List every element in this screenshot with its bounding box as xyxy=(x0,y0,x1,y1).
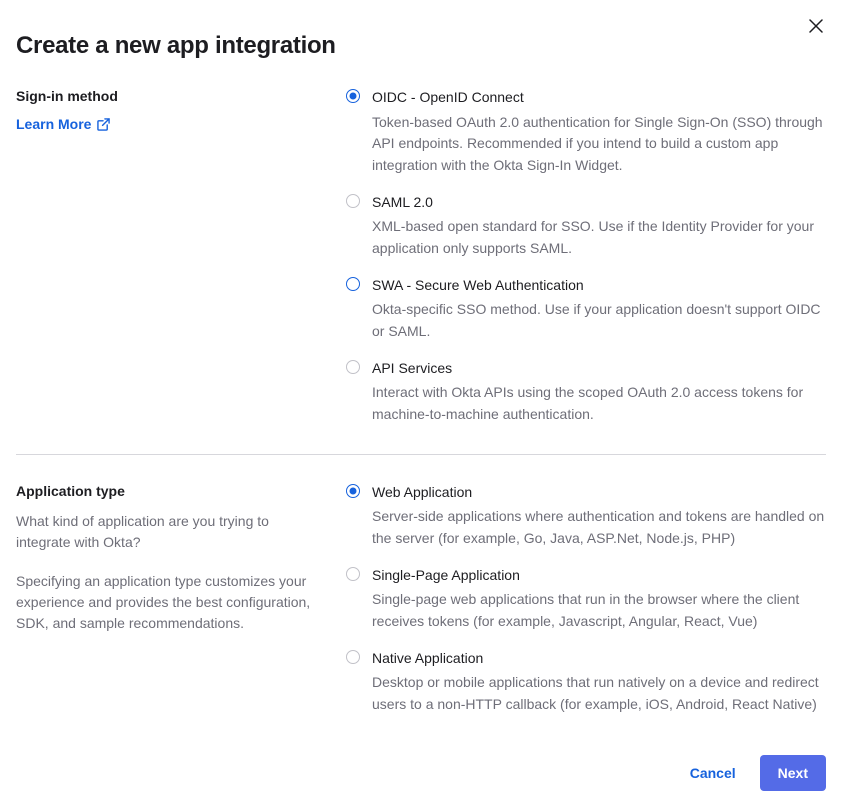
radio-spa[interactable] xyxy=(346,567,360,581)
option-body: OIDC - OpenID Connect Token-based OAuth … xyxy=(372,88,826,177)
learn-more-text: Learn More xyxy=(16,116,91,132)
option-native-application[interactable]: Native Application Desktop or mobile app… xyxy=(346,649,826,716)
next-button[interactable]: Next xyxy=(760,755,826,791)
radio-wrap xyxy=(346,649,360,716)
radio-web[interactable] xyxy=(346,484,360,498)
option-body: API Services Interact with Okta APIs usi… xyxy=(372,359,826,426)
option-web-desc: Server-side applications where authentic… xyxy=(372,506,826,549)
close-icon xyxy=(809,19,823,33)
option-oidc[interactable]: OIDC - OpenID Connect Token-based OAuth … xyxy=(346,88,826,177)
option-body: SAML 2.0 XML-based open standard for SSO… xyxy=(372,193,826,260)
option-saml-desc: XML-based open standard for SSO. Use if … xyxy=(372,216,826,259)
modal-footer: Cancel Next xyxy=(16,743,826,795)
radio-oidc[interactable] xyxy=(346,89,360,103)
option-swa[interactable]: SWA - Secure Web Authentication Okta-spe… xyxy=(346,276,826,343)
close-button[interactable] xyxy=(804,14,828,38)
option-oidc-title: OIDC - OpenID Connect xyxy=(372,88,826,108)
option-body: Web Application Server-side applications… xyxy=(372,483,826,550)
application-type-label: Application type xyxy=(16,483,322,499)
learn-more-link[interactable]: Learn More xyxy=(16,116,110,132)
option-body: Single-Page Application Single-page web … xyxy=(372,566,826,633)
signin-method-section: Sign-in method Learn More OIDC - OpenID … xyxy=(16,88,826,454)
radio-wrap xyxy=(346,566,360,633)
option-oidc-desc: Token-based OAuth 2.0 authentication for… xyxy=(372,112,826,177)
application-type-section: Application type What kind of applicatio… xyxy=(16,483,826,744)
radio-wrap xyxy=(346,359,360,426)
option-native-desc: Desktop or mobile applications that run … xyxy=(372,672,826,715)
radio-wrap xyxy=(346,193,360,260)
signin-method-label: Sign-in method xyxy=(16,88,322,104)
application-type-options: Web Application Server-side applications… xyxy=(346,483,826,716)
signin-method-options: OIDC - OpenID Connect Token-based OAuth … xyxy=(346,88,826,426)
option-spa-title: Single-Page Application xyxy=(372,566,826,586)
radio-native[interactable] xyxy=(346,650,360,664)
radio-wrap xyxy=(346,88,360,177)
option-swa-title: SWA - Secure Web Authentication xyxy=(372,276,826,296)
option-web-title: Web Application xyxy=(372,483,826,503)
external-link-icon xyxy=(97,118,110,131)
option-api-desc: Interact with Okta APIs using the scoped… xyxy=(372,382,826,425)
option-body: Native Application Desktop or mobile app… xyxy=(372,649,826,716)
signin-method-left: Sign-in method Learn More xyxy=(16,88,346,426)
radio-saml[interactable] xyxy=(346,194,360,208)
option-spa-desc: Single-page web applications that run in… xyxy=(372,589,826,632)
option-single-page-application[interactable]: Single-Page Application Single-page web … xyxy=(346,566,826,633)
radio-wrap xyxy=(346,276,360,343)
cancel-button[interactable]: Cancel xyxy=(684,755,742,791)
option-body: SWA - Secure Web Authentication Okta-spe… xyxy=(372,276,826,343)
option-web-application[interactable]: Web Application Server-side applications… xyxy=(346,483,826,550)
application-type-left: Application type What kind of applicatio… xyxy=(16,483,346,716)
radio-api[interactable] xyxy=(346,360,360,374)
option-api-title: API Services xyxy=(372,359,826,379)
application-type-desc2: Specifying an application type customize… xyxy=(16,571,322,634)
radio-swa[interactable] xyxy=(346,277,360,291)
application-type-desc1: What kind of application are you trying … xyxy=(16,511,322,553)
option-saml-title: SAML 2.0 xyxy=(372,193,826,213)
section-divider xyxy=(16,454,826,455)
option-saml[interactable]: SAML 2.0 XML-based open standard for SSO… xyxy=(346,193,826,260)
create-app-integration-modal: Create a new app integration Sign-in met… xyxy=(0,0,842,736)
option-native-title: Native Application xyxy=(372,649,826,669)
option-api[interactable]: API Services Interact with Okta APIs usi… xyxy=(346,359,826,426)
option-swa-desc: Okta-specific SSO method. Use if your ap… xyxy=(372,299,826,342)
radio-wrap xyxy=(346,483,360,550)
page-title: Create a new app integration xyxy=(16,32,826,60)
